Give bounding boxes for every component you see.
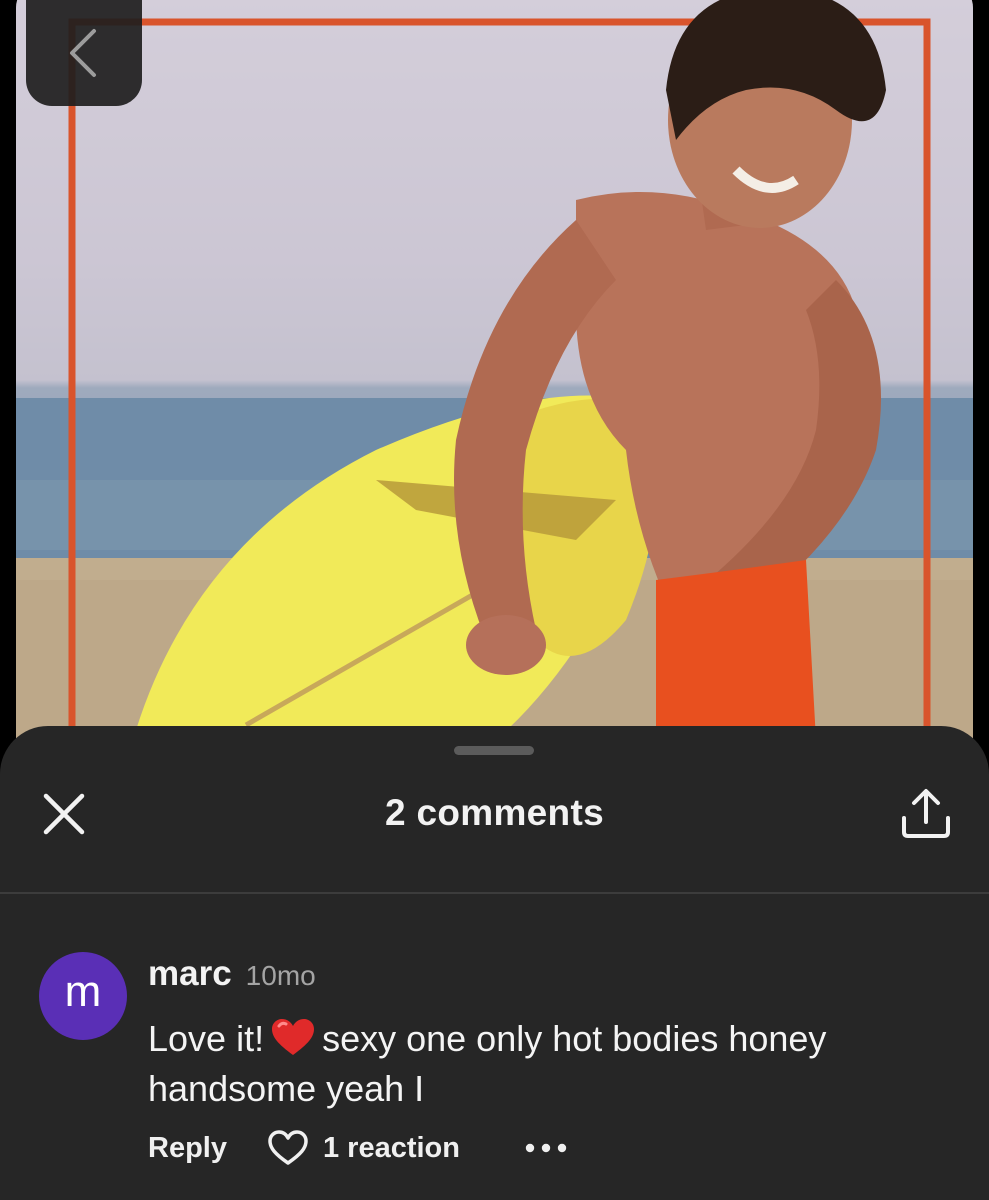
back-button[interactable] [26, 0, 142, 106]
comment-text-part1: Love it! [148, 1018, 265, 1059]
sheet-title: 2 comments [385, 792, 604, 833]
screen: 2 comments m marc 10mo Love it! sexy one … [0, 0, 989, 1200]
comment-text: Love it! sexy one only hot bodies honey … [148, 1014, 848, 1114]
share-button[interactable] [896, 786, 956, 842]
more-dots-icon[interactable] [524, 1138, 568, 1158]
share-icon [902, 789, 950, 838]
avatar[interactable]: m [39, 952, 127, 1040]
chevron-left-icon [70, 29, 96, 77]
sheet-divider [0, 892, 989, 894]
photo-illustration [16, 0, 973, 780]
comment-meta: marc 10mo [148, 954, 316, 994]
comment-author[interactable]: marc [148, 954, 232, 993]
reply-button[interactable]: Reply [148, 1132, 227, 1165]
reaction-count[interactable]: 1 reaction [323, 1132, 460, 1165]
comment-time: 10mo [245, 960, 316, 991]
comment-actions: Reply 1 reaction [148, 1126, 568, 1170]
sheet-grabber[interactable] [454, 746, 534, 755]
red-heart-emoji-icon [272, 1019, 315, 1055]
heart-outline-icon[interactable] [267, 1129, 309, 1167]
post-photo[interactable] [16, 0, 973, 780]
comments-sheet: 2 comments m marc 10mo Love it! sexy one … [0, 726, 989, 1200]
